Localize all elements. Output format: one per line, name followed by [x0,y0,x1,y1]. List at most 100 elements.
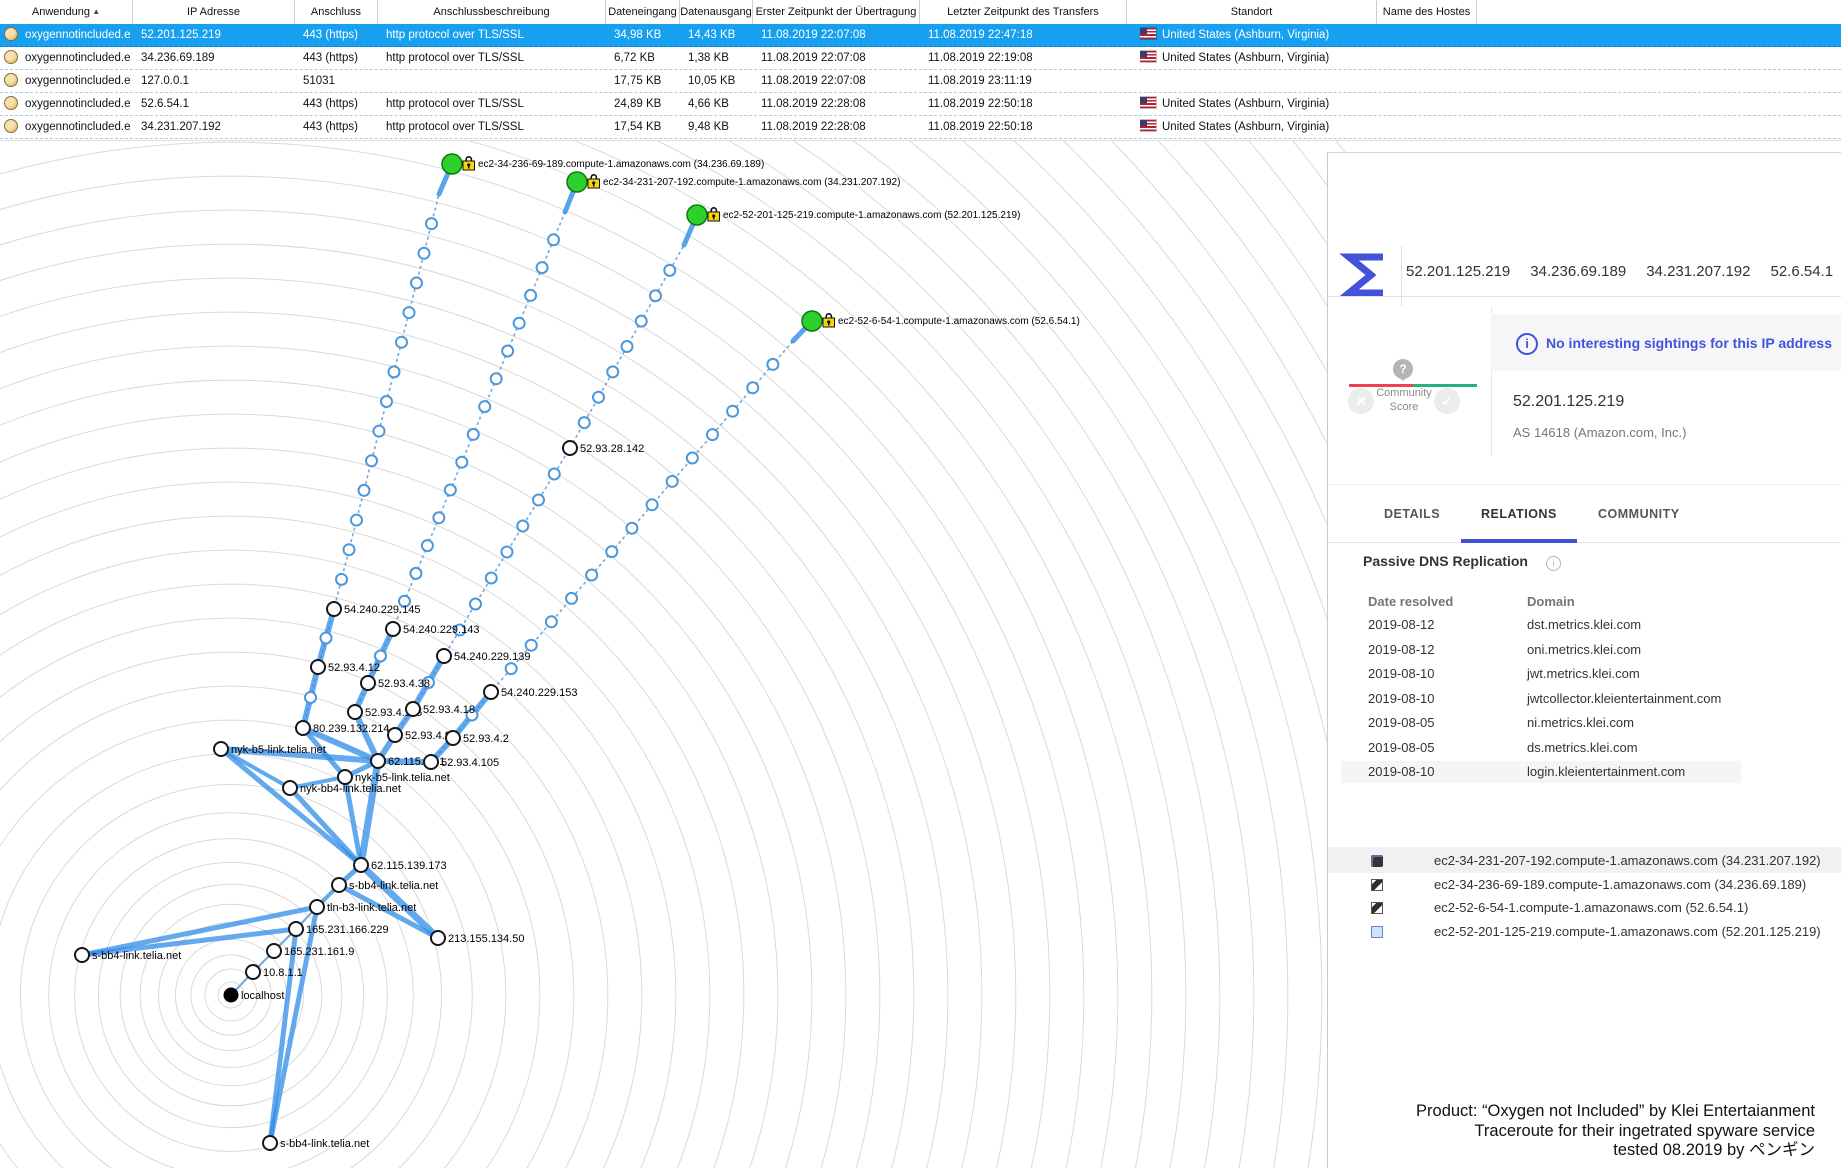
host-list-row[interactable]: ec2-34-231-207-192.compute-1.amazonaws.c… [1328,849,1841,873]
hop-node[interactable] [404,307,415,318]
graph-node[interactable] [361,676,375,690]
hop-node[interactable] [502,547,513,558]
passive-dns-row[interactable]: 2019-08-10login.kleientertainment.com [1341,761,1741,783]
table-row[interactable]: oxygennotincluded.exe34.231.207.192443 (… [0,116,1841,139]
hop-node[interactable] [470,599,481,610]
graph-node[interactable] [338,770,352,784]
hop-node[interactable] [548,234,559,245]
dns-domain[interactable]: jwt.metrics.klei.com [1527,663,1640,685]
hop-node[interactable] [359,485,370,496]
graph-node[interactable] [327,602,341,616]
column-header[interactable]: Datenausgang [680,0,753,24]
hop-node[interactable] [502,346,513,357]
column-header[interactable]: Anwendung ▲ [0,0,133,24]
hop-node[interactable] [767,359,778,370]
hop-node[interactable] [626,523,637,534]
hop-node[interactable] [433,512,444,523]
graph-node[interactable] [263,1136,277,1150]
hop-node[interactable] [389,366,400,377]
hop-node[interactable] [607,366,618,377]
endpoint-node[interactable] [802,311,822,331]
hop-node[interactable] [586,570,597,581]
hop-node[interactable] [410,568,421,579]
hop-node[interactable] [422,540,433,551]
hop-node[interactable] [506,663,517,674]
column-header[interactable]: Standort [1127,0,1377,24]
passive-dns-row[interactable]: 2019-08-12oni.metrics.klei.com [1341,639,1741,661]
graph-node[interactable] [311,660,325,674]
column-header[interactable]: Anschluss [295,0,378,24]
table-row[interactable]: oxygennotincluded.exe34.236.69.189443 (h… [0,47,1841,70]
hop-node[interactable] [546,616,557,627]
graph-node[interactable] [371,754,385,768]
table-row[interactable]: oxygennotincluded.exe127.0.0.15103117,75… [0,70,1841,93]
graph-node[interactable] [437,649,451,663]
header-ip[interactable]: 52.201.125.219 [1406,263,1510,280]
hop-node[interactable] [375,651,386,662]
passive-dns-row[interactable]: 2019-08-10jwtcollector.kleientertainment… [1341,688,1741,710]
passive-dns-row[interactable]: 2019-08-10jwt.metrics.klei.com [1341,663,1741,685]
hop-node[interactable] [647,499,658,510]
table-row[interactable]: oxygennotincluded.exe52.201.125.219443 (… [0,24,1841,47]
graph-node[interactable] [283,781,297,795]
hop-node[interactable] [336,574,347,585]
graph-node[interactable] [310,900,324,914]
tab-community[interactable]: COMMUNITY [1578,499,1700,543]
passive-dns-row[interactable]: 2019-08-05ni.metrics.klei.com [1341,712,1741,734]
column-header[interactable]: Name des Hostes [1377,0,1477,24]
column-header[interactable]: Dateneingang [606,0,680,24]
hop-node[interactable] [566,593,577,604]
dns-domain[interactable]: jwtcollector.kleientertainment.com [1527,688,1721,710]
graph-node[interactable] [446,731,460,745]
host-list-row[interactable]: ec2-34-236-69-189.compute-1.amazonaws.co… [1328,873,1841,897]
hop-node[interactable] [579,417,590,428]
endpoint-node[interactable] [687,205,707,225]
hop-node[interactable] [445,485,456,496]
hop-node[interactable] [419,248,430,259]
column-header[interactable]: IP Adresse [133,0,295,24]
hop-node[interactable] [351,515,362,526]
hop-node[interactable] [344,544,355,555]
header-ip[interactable]: 34.236.69.189 [1530,263,1626,280]
hop-node[interactable] [305,692,316,703]
graph-node[interactable] [267,944,281,958]
dns-domain[interactable]: login.kleientertainment.com [1527,761,1685,783]
hop-node[interactable] [622,341,633,352]
hop-node[interactable] [411,277,422,288]
hop-node[interactable] [664,265,675,276]
hop-node[interactable] [491,373,502,384]
hop-node[interactable] [650,290,661,301]
hop-node[interactable] [606,546,617,557]
hop-node[interactable] [426,218,437,229]
graph-node[interactable] [406,702,420,716]
graph-node[interactable] [484,685,498,699]
hop-node[interactable] [727,406,738,417]
graph-node[interactable] [75,948,89,962]
hop-node[interactable] [537,262,548,273]
column-header[interactable]: Anschlussbeschreibung [378,0,606,24]
hop-node[interactable] [321,633,332,644]
hop-node[interactable] [456,457,467,468]
graph-node[interactable] [563,441,577,455]
dns-domain[interactable]: ds.metrics.klei.com [1527,737,1638,759]
endpoint-node[interactable] [567,172,587,192]
graph-node[interactable] [296,721,310,735]
hop-node[interactable] [533,495,544,506]
hop-node[interactable] [687,453,698,464]
endpoint-node[interactable] [442,154,462,174]
hop-node[interactable] [486,573,497,584]
hop-node[interactable] [707,429,718,440]
graph-node[interactable] [214,742,228,756]
hop-node[interactable] [396,337,407,348]
dns-domain[interactable]: ni.metrics.klei.com [1527,712,1634,734]
graph-node[interactable] [354,858,368,872]
header-ip[interactable]: 52.6.54.1 [1771,263,1834,280]
graph-node[interactable] [431,931,445,945]
column-header[interactable]: Letzter Zeitpunkt des Transfers [920,0,1127,24]
tab-relations[interactable]: RELATIONS [1461,499,1577,543]
origin-node[interactable] [224,988,238,1002]
passive-dns-row[interactable]: 2019-08-12dst.metrics.klei.com [1341,614,1741,636]
host-list-row[interactable]: ec2-52-201-125-219.compute-1.amazonaws.c… [1328,920,1841,944]
hop-node[interactable] [479,401,490,412]
dns-domain[interactable]: dst.metrics.klei.com [1527,614,1641,636]
